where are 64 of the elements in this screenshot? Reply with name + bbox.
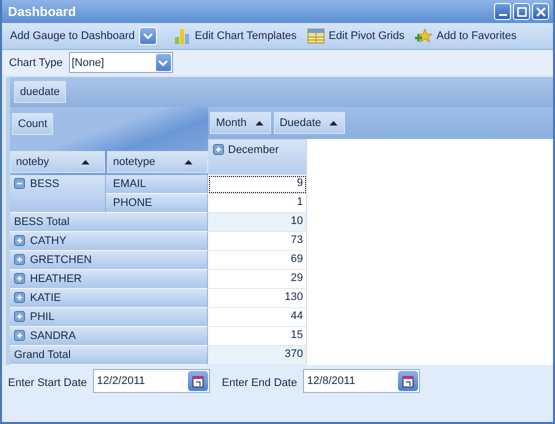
value-cell[interactable]: 44 bbox=[208, 308, 307, 328]
field-chip[interactable]: Duedate bbox=[274, 112, 346, 134]
maximize-button[interactable] bbox=[513, 3, 530, 20]
row-header-cell[interactable]: KATIE bbox=[10, 289, 208, 308]
field-chip[interactable]: duedate bbox=[14, 81, 66, 104]
maximize-icon bbox=[516, 6, 526, 17]
chart-type-dropdown[interactable]: [None] bbox=[68, 52, 173, 74]
date-field[interactable]: 12/8/2011 bbox=[303, 369, 420, 394]
window-title: Dashboard bbox=[8, 4, 77, 20]
column-header-cell[interactable]: December bbox=[208, 139, 307, 176]
row-header-cell[interactable]: BESS bbox=[10, 175, 106, 214]
minimize-icon bbox=[498, 14, 506, 16]
sort-arrow-icon bbox=[254, 120, 264, 126]
toolbar-button[interactable]: Add to Favorites bbox=[432, 30, 521, 42]
field-chip[interactable]: noteby bbox=[10, 151, 105, 174]
value-cell[interactable]: 1 bbox=[208, 194, 307, 214]
field-chip[interactable]: Count bbox=[12, 113, 54, 136]
toolbar-button[interactable]: Edit Pivot Grids bbox=[324, 30, 408, 42]
value-cell[interactable]: 29 bbox=[208, 270, 307, 290]
sort-arrow-icon bbox=[81, 159, 90, 166]
calendar-icon[interactable] bbox=[188, 371, 208, 392]
minimize-button[interactable] bbox=[494, 3, 511, 20]
row-header-cell[interactable]: PHIL bbox=[10, 308, 208, 328]
row-header-cell[interactable]: CATHY bbox=[10, 232, 208, 252]
sort-arrow-icon bbox=[184, 159, 193, 166]
expand-icon[interactable] bbox=[14, 273, 25, 284]
row-header-cell[interactable]: SANDRA bbox=[10, 327, 208, 346]
close-icon bbox=[536, 6, 546, 17]
row-header-cell: PHONE bbox=[106, 194, 208, 214]
row-header-cell: EMAIL bbox=[106, 175, 208, 194]
expand-icon[interactable] bbox=[14, 311, 25, 322]
star-plus-icon bbox=[414, 28, 432, 44]
toolbar-button[interactable]: Edit Chart Templates bbox=[190, 30, 301, 42]
date-label: Enter Start Date bbox=[8, 377, 87, 390]
chart-type-label: Chart Type bbox=[9, 56, 63, 69]
date-label: Enter End Date bbox=[222, 377, 298, 390]
total-label: Grand Total bbox=[10, 346, 208, 366]
expand-icon[interactable] bbox=[213, 144, 224, 156]
bar-chart-icon bbox=[172, 27, 191, 46]
value-cell[interactable]: 370 bbox=[208, 346, 307, 366]
dropdown-button[interactable] bbox=[138, 27, 157, 46]
expand-icon[interactable] bbox=[14, 292, 25, 304]
expand-icon[interactable] bbox=[14, 330, 25, 342]
expand-icon[interactable] bbox=[14, 235, 25, 246]
field-chip[interactable]: Month bbox=[210, 112, 271, 134]
date-field[interactable]: 12/2/2011 bbox=[92, 369, 210, 394]
value-cell[interactable]: 73 bbox=[208, 232, 307, 252]
field-chip[interactable]: notetype bbox=[107, 151, 208, 174]
chevron-down-icon bbox=[142, 32, 153, 40]
value-cell[interactable]: 10 bbox=[208, 213, 307, 232]
calendar-icon[interactable] bbox=[398, 371, 418, 392]
row-header-cell[interactable]: GRETCHEN bbox=[10, 251, 208, 270]
row-header-cell[interactable]: HEATHER bbox=[10, 270, 208, 290]
add-gauge-button[interactable]: Add Gauge to Dashboard bbox=[6, 30, 139, 42]
collapse-icon[interactable] bbox=[14, 178, 25, 190]
expand-icon[interactable] bbox=[14, 254, 25, 266]
total-label: BESS Total bbox=[10, 213, 208, 232]
value-cell[interactable]: 15 bbox=[208, 327, 307, 346]
close-button[interactable] bbox=[532, 3, 549, 20]
value-cell[interactable]: 130 bbox=[208, 289, 307, 308]
sort-arrow-icon bbox=[329, 120, 338, 126]
value-cell[interactable]: 9 bbox=[208, 175, 307, 194]
table-icon bbox=[306, 28, 325, 44]
value-cell[interactable]: 69 bbox=[208, 251, 307, 270]
